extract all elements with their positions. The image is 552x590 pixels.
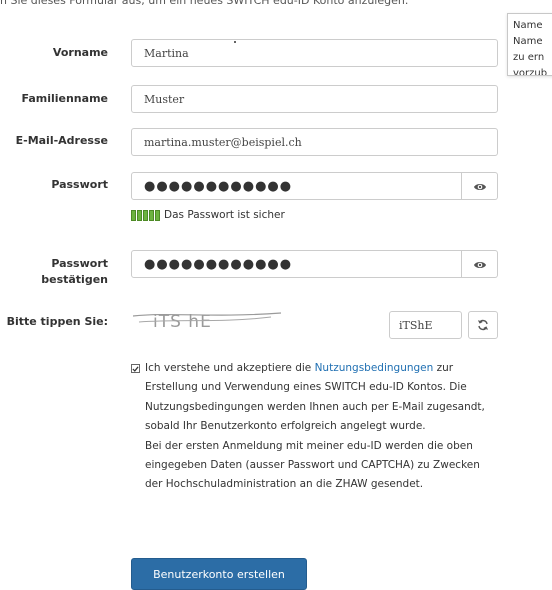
tooltip-line: zu ern	[513, 52, 545, 63]
password-strength-indicator: Das Passwort ist sicher	[131, 209, 285, 221]
password-confirm-field[interactable]	[131, 250, 462, 278]
password-confirm-label-line: bestätigen	[41, 273, 108, 286]
refresh-captcha-button[interactable]	[468, 311, 498, 339]
field-hint-tooltip: Name Name zu ern vorzub	[507, 13, 552, 76]
password-strength-text: Das Passwort ist sicher	[164, 209, 285, 221]
terms-link[interactable]: Nutzungsbedingungen	[315, 362, 434, 374]
captcha-image: iTS hE	[132, 312, 281, 332]
intro-text: n Sie dieses Formular aus, um ein neues …	[0, 0, 409, 7]
password-field[interactable]	[131, 172, 462, 200]
tooltip-line: vorzub	[513, 68, 548, 76]
eye-icon	[473, 177, 487, 196]
data-usage-paragraph: Bei der ersten Anmeldung mit meiner edu-…	[145, 439, 480, 491]
lastname-field[interactable]	[131, 85, 498, 113]
password-confirm-label-line: Passwort	[51, 257, 108, 270]
show-password-button[interactable]	[462, 172, 498, 200]
email-label: E-Mail-Adresse	[15, 134, 108, 147]
terms-text: Ich verstehe und akzeptiere die Nutzungs…	[145, 359, 490, 495]
password-confirm-label: Passwort bestätigen	[41, 256, 108, 288]
terms-text-prefix: Ich verstehe und akzeptiere die	[145, 362, 315, 374]
show-password-confirm-button[interactable]	[462, 250, 498, 278]
email-field[interactable]	[131, 128, 498, 156]
firstname-label: Vorname	[52, 46, 108, 59]
text-cursor-dot	[234, 41, 236, 43]
strength-bars-icon	[131, 209, 160, 221]
eye-icon	[473, 255, 487, 274]
terms-checkbox[interactable]	[131, 364, 140, 373]
tooltip-line: Name	[513, 36, 543, 47]
lastname-label: Familienname	[21, 92, 108, 105]
terms-paragraph: Ich verstehe und akzeptiere die Nutzungs…	[145, 359, 490, 437]
password-label: Passwort	[51, 178, 108, 191]
captcha-label: Bitte tippen Sie:	[6, 315, 108, 328]
create-account-button[interactable]: Benutzerkonto erstellen	[131, 558, 307, 590]
tooltip-line: Name	[513, 20, 543, 31]
captcha-input[interactable]	[389, 311, 462, 339]
firstname-field[interactable]	[131, 39, 498, 67]
refresh-icon	[477, 316, 489, 335]
